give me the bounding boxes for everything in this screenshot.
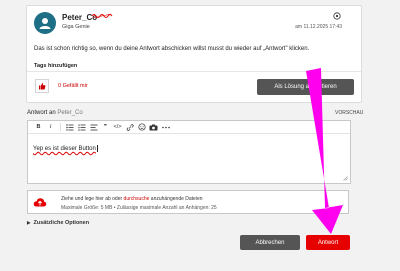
redacted-scribble — [91, 13, 113, 19]
reply-to-label: Antwort an Peter_Co — [27, 110, 83, 116]
accept-solution-button[interactable]: Als Lösung akzeptieren — [257, 79, 354, 95]
dropzone-instructions: Ziehe und lege hier ab oder durchsuche a… — [61, 196, 203, 202]
link-button[interactable] — [124, 123, 135, 132]
numbered-list-button[interactable] — [76, 123, 87, 132]
accepted-reply-card: Peter_Co Giga Genie am 11.12.2025 17:43 … — [26, 5, 362, 103]
user-rank: Giga Genie — [62, 24, 90, 30]
add-tags-link[interactable]: Tags hinzufügen — [34, 63, 77, 69]
italic-button[interactable]: I — [45, 123, 56, 132]
additional-options-toggle[interactable]: ▶ Zusätzliche Optionen — [27, 220, 89, 226]
reply-label-text: Antwort an — [27, 110, 56, 116]
camera-icon — [149, 124, 158, 130]
link-icon — [126, 123, 134, 131]
avatar[interactable] — [34, 12, 56, 34]
toolbar-separator — [60, 123, 61, 131]
like-count: 0 Gefällt mir — [58, 83, 88, 89]
code-button[interactable]: </> — [112, 123, 123, 132]
numbered-list-icon — [78, 123, 85, 131]
like-button[interactable] — [35, 79, 49, 93]
resize-handle-icon[interactable] — [343, 176, 348, 181]
bold-button[interactable]: B — [33, 123, 44, 132]
reply-recipient: Peter_Co — [57, 110, 83, 116]
options-icon[interactable] — [333, 12, 341, 20]
browse-files-link[interactable]: durchsuche — [124, 196, 150, 202]
upload-limits: Maximale Größe: 5 MB • Zulässige maximal… — [61, 205, 217, 211]
additional-options-label: Zusätzliche Optionen — [33, 220, 90, 226]
dropzone-text-before: Ziehe und lege hier ab oder — [61, 196, 123, 202]
reply-editor[interactable]: B I ❞ </> Yep es ist dieser Button — [27, 120, 351, 184]
cancel-button[interactable]: Abbrechen — [240, 235, 300, 250]
more-dots-icon — [161, 126, 170, 128]
preview-tab[interactable]: VORSCHAU — [335, 110, 363, 116]
caret-right-icon: ▶ — [27, 220, 31, 225]
align-button[interactable] — [88, 123, 99, 132]
quote-button[interactable]: ❞ — [100, 123, 111, 132]
editor-text: Yep es ist dieser Button — [33, 146, 96, 153]
user-silhouette-icon — [39, 18, 51, 29]
attachment-dropzone[interactable]: Ziehe und lege hier ab oder durchsuche a… — [27, 190, 349, 214]
dropzone-text-after: anzuhängende Dateien — [150, 196, 203, 202]
insert-image-button[interactable] — [148, 123, 159, 132]
bullet-list-icon — [65, 123, 73, 131]
align-left-icon — [90, 124, 97, 130]
editor-content[interactable]: Yep es ist dieser Button — [33, 145, 98, 152]
editor-toolbar: B I ❞ </> — [28, 121, 350, 134]
text-caret — [96, 145, 98, 152]
divider — [27, 71, 361, 72]
submit-reply-button[interactable]: Antwort — [306, 235, 350, 250]
emoji-icon — [137, 123, 146, 131]
bullet-list-button[interactable] — [64, 123, 75, 132]
post-timestamp: am 11.12.2025 17:43 — [295, 24, 342, 30]
more-options-button[interactable] — [160, 123, 171, 132]
thumbs-up-icon — [39, 83, 46, 90]
emoji-button[interactable] — [136, 123, 147, 132]
cloud-upload-icon — [33, 198, 47, 207]
post-body: Das ist schon richtig so, wenn du deine … — [34, 46, 310, 52]
